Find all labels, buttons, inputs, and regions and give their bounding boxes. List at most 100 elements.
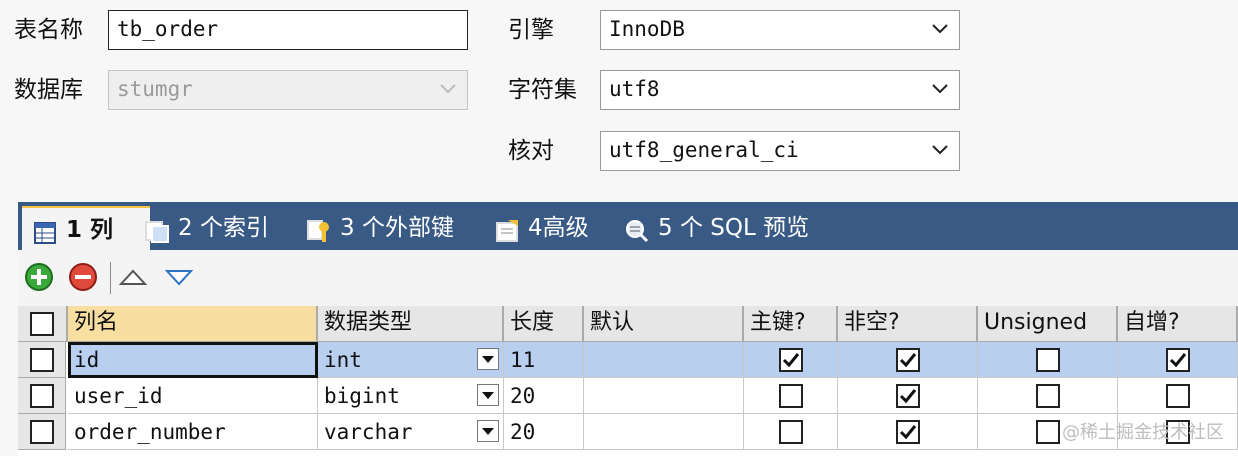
row-select-cell: [18, 378, 66, 414]
notnull-checkbox[interactable]: [896, 348, 920, 372]
chevron-down-icon: [439, 79, 457, 97]
column-toolbar: [18, 250, 1238, 306]
row-select-checkbox[interactable]: [30, 420, 54, 444]
tab-columns[interactable]: 1 列: [22, 206, 150, 252]
header-length[interactable]: 长度: [504, 306, 584, 342]
cell-type[interactable]: int: [318, 342, 504, 378]
cell-default[interactable]: [584, 378, 744, 414]
collation-value: utf8_general_ci: [609, 138, 799, 162]
sql-preview-icon: [624, 215, 650, 243]
arrow-up-icon[interactable]: [118, 262, 148, 292]
table-name-input[interactable]: tb_order: [108, 10, 468, 50]
toolbar-divider: [110, 262, 111, 294]
header-default[interactable]: 默认: [584, 306, 744, 342]
header-column-name[interactable]: 列名: [68, 306, 318, 342]
engine-select[interactable]: InnoDB: [600, 10, 960, 50]
foreign-key-icon: [306, 215, 332, 242]
cell-name[interactable]: order_number: [68, 414, 318, 450]
watermark: @稀土掘金技术社区: [1062, 422, 1224, 443]
index-icon: [144, 215, 170, 243]
cell-length[interactable]: 20: [504, 378, 584, 414]
cell-default[interactable]: [584, 414, 744, 450]
notnull-checkbox[interactable]: [896, 420, 920, 444]
cell-name[interactable]: id: [68, 342, 318, 378]
tab-foreign-keys[interactable]: 3 个外部键: [304, 206, 486, 250]
row-select-checkbox[interactable]: [30, 384, 54, 408]
pk-checkbox[interactable]: [779, 384, 803, 408]
table-name-label: 表名称: [14, 17, 83, 43]
name-value: user_id: [74, 384, 163, 408]
autoinc-checkbox[interactable]: [1166, 384, 1190, 408]
cell-notnull[interactable]: [838, 342, 978, 378]
cell-unsigned[interactable]: [978, 378, 1118, 414]
type-value: bigint: [324, 384, 400, 408]
cell-length[interactable]: 20: [504, 414, 584, 450]
chevron-down-icon[interactable]: [931, 79, 949, 97]
table-name-value: tb_order: [117, 17, 219, 41]
collation-select[interactable]: utf8_general_ci: [600, 131, 960, 171]
row-select-cell: [18, 342, 66, 378]
tab-indexes[interactable]: 2 个索引: [140, 206, 304, 250]
tab-advanced[interactable]: 4高级: [490, 206, 614, 250]
header-data-type[interactable]: 数据类型: [318, 306, 504, 342]
cell-type[interactable]: varchar: [318, 414, 504, 450]
cell-notnull[interactable]: [838, 414, 978, 450]
unsigned-checkbox[interactable]: [1036, 420, 1060, 444]
chevron-down-icon[interactable]: [931, 140, 949, 158]
select-all-checkbox[interactable]: [30, 312, 54, 336]
engine-value: InnoDB: [609, 17, 685, 41]
header-primary-key[interactable]: 主键?: [744, 306, 838, 342]
notnull-checkbox[interactable]: [896, 384, 920, 408]
type-value: varchar: [324, 420, 413, 444]
pk-checkbox[interactable]: [779, 420, 803, 444]
pk-checkbox[interactable]: [779, 348, 803, 372]
columns-grid: 列名 数据类型 长度 默认 主键? 非空? Unsigned 自增? id int…: [18, 306, 1238, 456]
database-label: 数据库: [14, 77, 83, 103]
arrow-down-icon[interactable]: [164, 262, 194, 292]
dropdown-arrow-icon[interactable]: [477, 420, 499, 442]
dropdown-arrow-icon[interactable]: [477, 384, 499, 406]
cell-autoinc[interactable]: [1118, 342, 1238, 378]
add-icon[interactable]: [24, 262, 54, 292]
table-row[interactable]: user_id bigint 20: [18, 378, 1238, 414]
chevron-down-icon[interactable]: [931, 19, 949, 37]
cell-name[interactable]: user_id: [68, 378, 318, 414]
unsigned-checkbox[interactable]: [1036, 348, 1060, 372]
name-value: id: [74, 348, 100, 372]
columns-icon: [32, 217, 58, 244]
cell-length[interactable]: 11: [504, 342, 584, 378]
header-unsigned[interactable]: Unsigned: [978, 306, 1118, 342]
name-value: order_number: [74, 420, 226, 444]
charset-label: 字符集: [508, 77, 577, 103]
length-value: 20: [510, 420, 536, 444]
select-all-header: [18, 306, 68, 342]
dropdown-arrow-icon[interactable]: [477, 348, 499, 370]
row-select-checkbox[interactable]: [30, 348, 54, 372]
tab-sql-preview[interactable]: 5 个 SQL 预览: [618, 206, 854, 250]
collation-label: 核对: [508, 138, 554, 164]
charset-select[interactable]: utf8: [600, 70, 960, 110]
cell-pk[interactable]: [744, 378, 838, 414]
cell-notnull[interactable]: [838, 378, 978, 414]
autoinc-checkbox[interactable]: [1166, 348, 1190, 372]
cell-pk[interactable]: [744, 414, 838, 450]
tab-bar: 1 列 2 个索引 3 个外部键 4高级 5 个 SQL 预览: [18, 202, 1238, 252]
cell-type[interactable]: bigint: [318, 378, 504, 414]
database-select: stumgr: [108, 70, 468, 110]
table-row[interactable]: order_number varchar 20: [18, 414, 1238, 450]
cell-autoinc[interactable]: [1118, 378, 1238, 414]
length-value: 20: [510, 384, 536, 408]
charset-value: utf8: [609, 77, 660, 101]
table-row[interactable]: id int 11: [18, 342, 1238, 378]
database-value: stumgr: [117, 77, 193, 101]
engine-label: 引擎: [508, 17, 554, 43]
header-auto-increment[interactable]: 自增?: [1118, 306, 1238, 342]
cell-default[interactable]: [584, 342, 744, 378]
unsigned-checkbox[interactable]: [1036, 384, 1060, 408]
header-not-null[interactable]: 非空?: [838, 306, 978, 342]
cell-pk[interactable]: [744, 342, 838, 378]
length-value: 11: [510, 348, 536, 372]
cell-unsigned[interactable]: [978, 342, 1118, 378]
remove-icon[interactable]: [68, 262, 98, 292]
type-value: int: [324, 348, 362, 372]
